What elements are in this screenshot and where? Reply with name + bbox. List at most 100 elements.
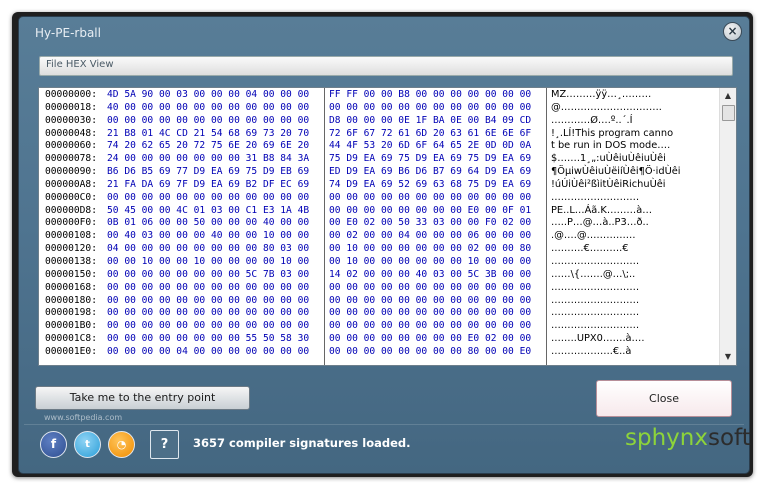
hex-row-left: 21 FA DA 69 7F D9 EA 69 B2 DF EC 69: [107, 178, 310, 190]
hex-address: 00000048:: [45, 127, 97, 139]
scroll-down-icon[interactable]: ▼: [720, 350, 736, 364]
entry-point-button[interactable]: Take me to the entry point: [35, 386, 250, 410]
ascii-row: ………………………: [551, 307, 640, 319]
ascii-row: .@….@……………: [551, 230, 636, 242]
hex-row-left: 21 B8 01 4C CD 21 54 68 69 73 20 70: [107, 127, 310, 139]
hex-row-left: 4D 5A 90 00 03 00 00 00 04 00 00 00: [107, 89, 310, 100]
watermark: www.softpedia.com: [44, 413, 123, 422]
hex-row-left: 0B 01 06 00 00 50 00 00 00 40 00 00: [107, 217, 310, 229]
ascii-row: ……\{…….@…\;..: [551, 268, 636, 280]
hex-address: 00000198:: [45, 307, 97, 319]
hex-row-right: 00 E0 02 00 50 33 03 00 00 F0 02 00: [329, 217, 532, 229]
hex-row-right: D8 00 00 00 0E 1F BA 0E 00 B4 09 CD: [329, 114, 532, 126]
ascii-row: ¶ÖµiwÙêiuÙëiíÙêi¶Ö·idÙêi: [551, 166, 681, 178]
hex-address: 00000000:: [45, 89, 97, 100]
hex-row-right: 75 D9 EA 69 75 D9 EA 69 75 D9 EA 69: [329, 153, 532, 165]
hex-address: 000000D8:: [45, 204, 97, 216]
ascii-row: …………Ø….º..´.Í: [551, 114, 633, 126]
hex-row-right: 00 00 00 00 00 00 00 00 00 00 00 00: [329, 320, 532, 332]
ascii-row: ………………………: [551, 191, 640, 203]
hex-row-left: 00 00 00 00 00 00 00 00 00 00 00 00: [107, 294, 310, 306]
hex-address: 00000180:: [45, 294, 97, 306]
ascii-row: PE..L…Áã.K………à…: [551, 204, 653, 216]
hex-row-left: 00 00 10 00 00 10 00 00 00 00 10 00: [107, 255, 310, 267]
hex-address: 00000060:: [45, 140, 97, 152]
hex-row-left: 00 00 00 00 00 00 00 00 5C 7B 03 00: [107, 268, 310, 280]
section-title: File HEX View: [46, 59, 114, 70]
hex-row-right: 72 6F 67 72 61 6D 20 63 61 6E 6E 6F: [329, 127, 532, 139]
hex-row-right: 00 00 00 00 00 00 00 00 00 00 00 00: [329, 281, 532, 293]
ascii-row: ………………………: [551, 294, 640, 306]
hex-address: 00000030:: [45, 114, 97, 126]
hex-address: 000000F0:: [45, 217, 97, 229]
hex-address: 00000120:: [45, 243, 97, 255]
hex-view[interactable]: 00000000: 00000018: 00000030: 00000048: 0000…: [38, 87, 737, 366]
hex-address: 000001B0:: [45, 320, 97, 332]
hex-row-right: 00 10 00 00 00 00 00 00 02 00 00 80: [329, 243, 532, 255]
hex-row-right: FF FF 00 00 B8 00 00 00 00 00 00 00: [329, 89, 532, 100]
ascii-row: ………………………: [551, 320, 640, 332]
ascii-row: ………………………: [551, 255, 640, 267]
hex-row-left: 00 00 00 00 00 00 00 00 00 00 00 00: [107, 281, 310, 293]
scroll-thumb[interactable]: [722, 105, 735, 121]
hex-row-left: 50 45 00 00 4C 01 03 00 C1 E3 1A 4B: [107, 204, 310, 216]
hex-bytes-left: 4D 5A 90 00 03 00 00 00 04 00 00 00 40 00…: [107, 89, 309, 359]
hex-address: 00000090:: [45, 166, 97, 178]
hex-row-left: 40 00 00 00 00 00 00 00 00 00 00 00: [107, 101, 310, 113]
twitter-icon[interactable]: t: [74, 431, 101, 458]
hex-address: 00000150:: [45, 268, 97, 280]
column-divider: [324, 88, 325, 365]
ascii-row: ……….€……….€: [551, 243, 629, 255]
hex-address: 00000168:: [45, 281, 97, 293]
hex-row-left: 00 00 00 00 04 00 00 00 00 00 00 00: [107, 345, 310, 357]
vertical-scrollbar[interactable]: ▲ ▼: [719, 88, 736, 365]
brand-logo: sphynxsoft: [625, 425, 751, 451]
hex-row-left: 00 00 00 00 00 00 00 00 00 00 00 00: [107, 307, 310, 319]
hex-row-left: 00 00 00 00 00 00 00 00 00 00 00 00: [107, 114, 310, 126]
hex-address: 00000108:: [45, 230, 97, 242]
hex-row-left: 00 00 00 00 00 00 00 00 00 00 00 00: [107, 191, 310, 203]
ascii-row: ……………….€..à: [551, 345, 632, 357]
hex-row-right: 00 00 00 00 00 00 00 00 E0 02 00 00: [329, 333, 532, 345]
ascii-row: @………………………….: [551, 101, 662, 113]
hex-row-left: 74 20 62 65 20 72 75 6E 20 69 6E 20: [107, 140, 310, 152]
ascii-row: !¸.LÍ!This program canno: [551, 127, 674, 139]
hex-row-right: 00 00 00 00 00 00 00 00 E0 00 0F 01: [329, 204, 532, 216]
hex-address: 00000078:: [45, 153, 97, 165]
ascii-column: MZ………ÿÿ…¸……… @…………………………. …………Ø….º..´.Í !¸.…: [551, 89, 681, 359]
close-button[interactable]: Close: [596, 380, 732, 417]
hex-panel: File HEX View 00000000: 00000018: 00000030…: [31, 51, 737, 369]
hex-row-right: 00 00 00 00 00 00 00 00 00 00 00 00: [329, 307, 532, 319]
hex-row-right: 00 00 00 00 00 00 00 00 00 00 00 00: [329, 101, 532, 113]
help-button[interactable]: ?: [150, 430, 179, 459]
hex-row-right: 44 4F 53 20 6D 6F 64 65 2E 0D 0D 0A: [329, 140, 532, 152]
title-bar[interactable]: Hy-PE-rball ×: [19, 17, 749, 49]
ascii-row: ……..UPX0…….à….: [551, 333, 645, 345]
close-icon[interactable]: ×: [723, 22, 742, 41]
ascii-row: MZ………ÿÿ…¸………: [551, 89, 652, 100]
hex-row-left: 00 40 03 00 00 00 40 00 00 10 00 00: [107, 230, 310, 242]
hex-address: 000000C0:: [45, 191, 97, 203]
address-column: 00000000: 00000018: 00000030: 00000048: 0000…: [45, 89, 97, 359]
hex-address: 000001C8:: [45, 333, 97, 345]
hex-address: 000000A8:: [45, 178, 97, 190]
ascii-row: $…….1¸„:uÙêiuÙêiuÙêi: [551, 153, 666, 165]
hex-row-right: 00 10 00 00 00 00 00 00 10 00 00 00: [329, 255, 532, 267]
ascii-row: t be run in DOS mode….: [551, 140, 671, 152]
hex-row-left: B6 D6 B5 69 77 D9 EA 69 75 D9 EB 69: [107, 166, 310, 178]
ascii-row: !úÚiÙêi²ßìitÙêiRichuÙêi: [551, 178, 666, 190]
scroll-up-icon[interactable]: ▲: [720, 89, 736, 103]
hex-row-right: 74 D9 EA 69 52 69 63 68 75 D9 EA 69: [329, 178, 532, 190]
hex-row-right: 00 00 00 00 00 00 00 00 00 00 00 00: [329, 191, 532, 203]
rss-icon[interactable]: ◔: [108, 431, 135, 458]
brand-part-1: sphynx: [625, 425, 708, 451]
facebook-icon[interactable]: f: [40, 431, 67, 458]
section-header: File HEX View: [39, 56, 733, 76]
brand-part-2: soft: [707, 425, 751, 451]
hex-row-right: 00 02 00 00 04 00 00 00 06 00 00 00: [329, 230, 532, 242]
ascii-row: …..P…@…à..P3…ð..: [551, 217, 649, 229]
hex-address: 00000018:: [45, 101, 97, 113]
hex-row-right: 14 02 00 00 00 40 03 00 5C 3B 00 00: [329, 268, 532, 280]
hex-row-left: 00 00 00 00 00 00 00 00 55 50 58 30: [107, 333, 310, 345]
hex-row-right: 00 00 00 00 00 00 00 00 00 00 00 00: [329, 294, 532, 306]
